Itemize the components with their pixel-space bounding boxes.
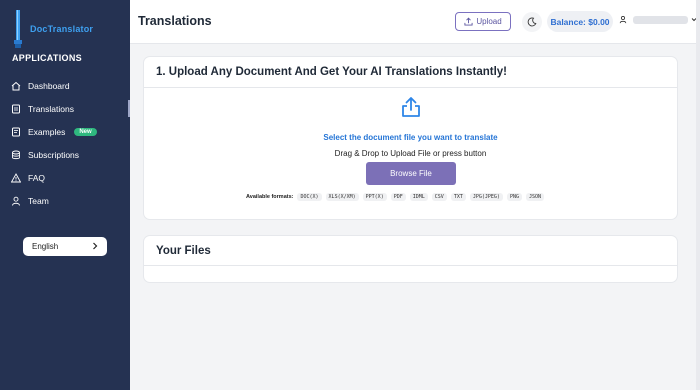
format-tag: TXT — [450, 193, 466, 201]
sidebar-item-label: Dashboard — [28, 80, 70, 91]
stack-icon — [10, 149, 21, 160]
sidebar-nav: Dashboard Translations Examples New Subs… — [0, 74, 130, 212]
sidebar-item-label: Examples — [28, 126, 66, 137]
format-tag: CSV — [431, 193, 447, 201]
scrollbar-track[interactable] — [696, 0, 700, 390]
format-tag: PDF — [390, 193, 406, 201]
upload-button-label: Upload — [476, 17, 502, 26]
chevron-right-icon — [92, 242, 98, 252]
sidebar-item-team[interactable]: Team — [0, 189, 130, 212]
sidebar-item-label: FAQ — [28, 172, 46, 183]
format-tag: PNG — [506, 193, 522, 201]
sidebar-item-label: Translations — [28, 103, 74, 114]
sidebar-item-dashboard[interactable]: Dashboard — [0, 74, 130, 97]
new-badge: New — [74, 127, 97, 136]
home-icon — [10, 80, 21, 91]
sidebar: DocTranslator APPLICATIONS Dashboard Tra… — [0, 0, 130, 390]
upload-card-title: 1. Upload Any Document And Get Your AI T… — [144, 57, 677, 88]
warning-icon — [10, 172, 21, 183]
upload-icon — [464, 17, 473, 26]
user-menu[interactable] — [619, 15, 697, 24]
dark-mode-toggle[interactable] — [522, 12, 542, 32]
browse-file-button[interactable]: Browse File — [366, 162, 456, 185]
files-card: Your Files — [144, 236, 677, 282]
format-tag: JPG(JPEG) — [469, 193, 503, 201]
format-tag: PPT(X) — [362, 193, 387, 201]
files-card-title: Your Files — [144, 236, 677, 266]
format-tag: JSON — [525, 193, 545, 201]
sidebar-item-label: Team — [28, 195, 49, 206]
logo-icon — [14, 10, 22, 48]
upload-card: 1. Upload Any Document And Get Your AI T… — [144, 57, 677, 219]
sidebar-item-label: Subscriptions — [28, 149, 80, 160]
format-tag: DOC(X) — [297, 193, 322, 201]
drag-drop-text: Drag & Drop to Upload File or press butt… — [334, 149, 487, 158]
select-file-prompt[interactable]: Select the document file you want to tra… — [144, 133, 677, 142]
document-icon — [10, 103, 21, 114]
user-name-redacted — [633, 15, 688, 24]
sidebar-item-subscriptions[interactable]: Subscriptions — [0, 143, 130, 166]
language-selector[interactable]: English — [23, 237, 107, 256]
user-icon — [10, 195, 21, 206]
format-tag: XLS(X/XM) — [325, 193, 359, 201]
brand-name: DocTranslator — [30, 24, 94, 34]
brand-logo[interactable]: DocTranslator — [14, 10, 93, 48]
sidebar-item-faq[interactable]: FAQ — [0, 166, 130, 189]
user-icon — [619, 16, 627, 24]
upload-button[interactable]: Upload — [455, 12, 511, 31]
top-header: Translations Upload Balance: $0.00 — [130, 0, 700, 44]
examples-icon — [10, 126, 21, 137]
balance-badge[interactable]: Balance: $0.00 — [547, 11, 613, 32]
language-label: English — [32, 242, 59, 251]
moon-icon — [527, 17, 537, 27]
page-title: Translations — [138, 14, 212, 28]
share-upload-icon[interactable] — [399, 95, 423, 124]
formats-list: Available formats: DOC(X) XLS(X/XM) PPT(… — [246, 193, 548, 201]
section-heading: APPLICATIONS — [12, 53, 82, 63]
sidebar-item-examples[interactable]: Examples New — [0, 120, 130, 143]
formats-label: Available formats: — [246, 194, 294, 200]
sidebar-item-translations[interactable]: Translations — [0, 97, 130, 120]
format-tag: IDML — [409, 193, 428, 201]
